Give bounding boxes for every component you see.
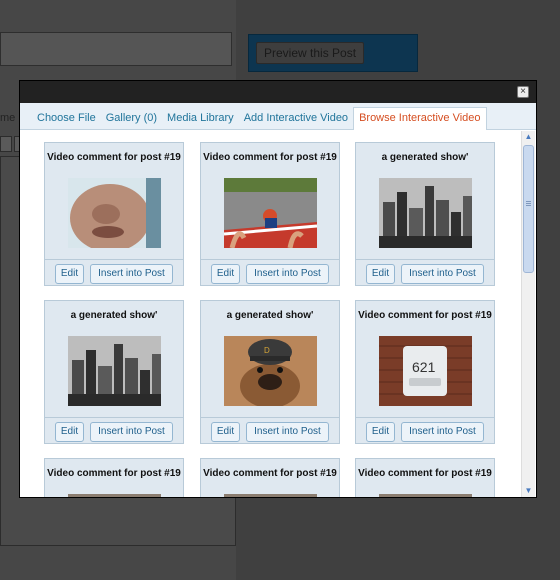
video-thumbnail[interactable]: [379, 178, 472, 248]
media-tabs: Choose File Gallery (0) Media Library Add I…: [20, 103, 536, 130]
video-thumbnail[interactable]: [379, 494, 472, 497]
tab-gallery-0[interactable]: Gallery (0): [101, 112, 162, 129]
tab-browse-interactive-video[interactable]: Browse Interactive Video: [353, 107, 487, 130]
scrollbar-thumb[interactable]: [523, 145, 534, 273]
scroll-up-icon[interactable]: ▲: [522, 131, 535, 143]
video-thumbnail[interactable]: 621: [379, 336, 472, 406]
edit-button[interactable]: Edit: [366, 264, 395, 284]
edit-button[interactable]: Edit: [211, 264, 240, 284]
tab-choose-file[interactable]: Choose File: [32, 112, 101, 129]
video-thumbnail[interactable]: [68, 178, 161, 248]
video-title: Video comment for post #19: [47, 152, 181, 163]
tab-add-interactive-video[interactable]: Add Interactive Video: [239, 112, 353, 129]
scroll-down-icon[interactable]: ▼: [522, 485, 535, 497]
video-title: Video comment for post #19: [47, 468, 181, 479]
post-title-field: [0, 32, 232, 66]
insert-into-post-button[interactable]: Insert into Post: [90, 264, 173, 284]
scroll-grip-icon: [526, 201, 531, 202]
editor-toolbar-button: [0, 136, 12, 152]
video-card: Video comment for post #19 621 Edit Insert …: [355, 300, 495, 444]
media-modal: × Choose File Gallery (0) Media Library Add…: [19, 80, 537, 498]
svg-text:621: 621: [412, 359, 436, 375]
video-card: Video comment for post #19EditInsert int…: [44, 458, 184, 497]
video-card: Video comment for post #19EditInsert int…: [355, 458, 495, 497]
card-divider: [356, 417, 494, 418]
edit-button[interactable]: Edit: [55, 422, 84, 442]
video-card: a generated show' Edit Insert into Post: [355, 142, 495, 286]
card-divider: [45, 417, 183, 418]
card-divider: [201, 259, 339, 260]
video-title: Video comment for post #19: [358, 310, 492, 321]
video-thumbnail[interactable]: D: [224, 336, 317, 406]
scrollbar[interactable]: ▲ ▼: [521, 131, 535, 497]
preview-post-button: Preview this Post: [256, 42, 365, 64]
video-title: Video comment for post #19: [358, 468, 492, 479]
edit-button[interactable]: Edit: [366, 422, 395, 442]
modal-titlebar: ×: [20, 81, 536, 103]
insert-into-post-button[interactable]: Insert into Post: [90, 422, 173, 442]
video-thumbnail[interactable]: [224, 494, 317, 497]
edit-button[interactable]: Edit: [55, 264, 84, 284]
insert-into-post-button[interactable]: Insert into Post: [401, 422, 484, 442]
insert-into-post-button[interactable]: Insert into Post: [246, 422, 329, 442]
video-title: Video comment for post #19: [203, 152, 337, 163]
svg-text:D: D: [264, 346, 270, 355]
card-divider: [201, 417, 339, 418]
video-thumbnail[interactable]: [68, 336, 161, 406]
insert-into-post-button[interactable]: Insert into Post: [401, 264, 484, 284]
video-card: Video comment for post #19EditInsert int…: [200, 458, 340, 497]
card-divider: [356, 259, 494, 260]
video-card: Video comment for post #19 Edit Insert int…: [44, 142, 184, 286]
video-card: a generated show' Edit Insert into Post: [44, 300, 184, 444]
video-thumbnail[interactable]: [68, 494, 161, 497]
card-divider: [45, 259, 183, 260]
video-title: a generated show': [70, 310, 158, 321]
tab-media-library[interactable]: Media Library: [162, 112, 239, 129]
video-card: a generated show' D Edit Insert into Post: [200, 300, 340, 444]
video-title: a generated show': [226, 310, 314, 321]
video-title: a generated show': [381, 152, 469, 163]
video-grid: Video comment for post #19 Edit Insert int…: [20, 131, 522, 497]
edit-button[interactable]: Edit: [211, 422, 240, 442]
close-icon[interactable]: ×: [517, 86, 529, 98]
video-title: Video comment for post #19: [203, 468, 337, 479]
video-card: Video comment for post #19 Edit Insert int…: [200, 142, 340, 286]
video-thumbnail[interactable]: [224, 178, 317, 248]
insert-into-post-button[interactable]: Insert into Post: [246, 264, 329, 284]
